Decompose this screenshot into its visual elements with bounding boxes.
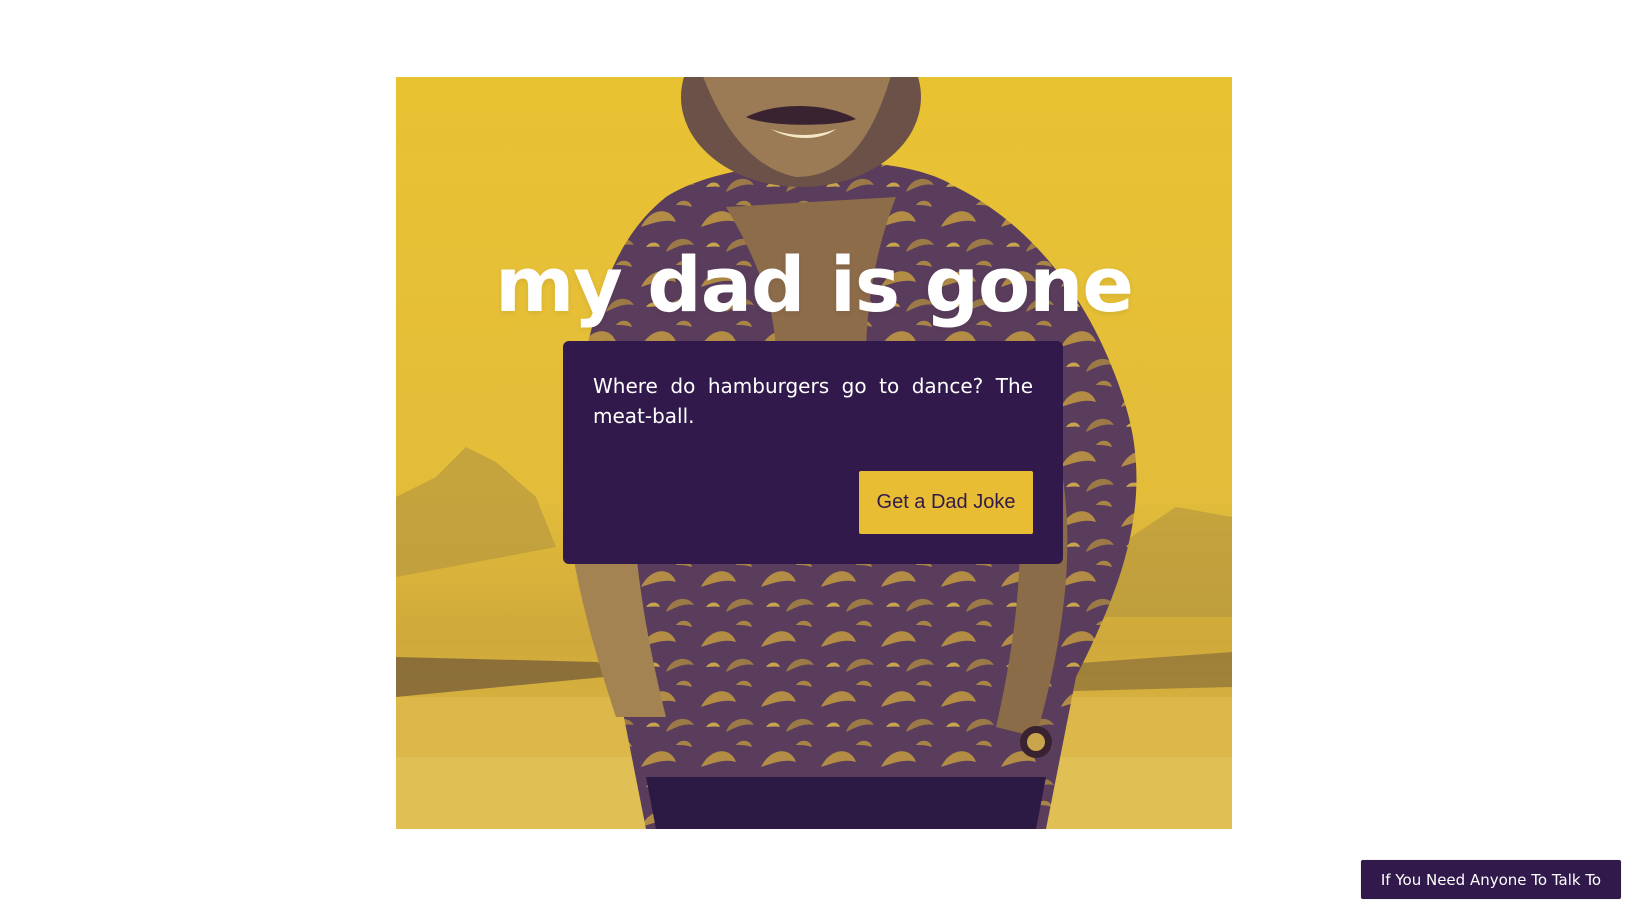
joke-card: Where do hamburgers go to dance? The mea… (563, 341, 1063, 564)
get-dad-joke-button[interactable]: Get a Dad Joke (859, 471, 1033, 534)
joke-text: Where do hamburgers go to dance? The mea… (593, 374, 1033, 428)
page-title: my dad is gone (495, 240, 1134, 329)
hero-image-panel: my dad is gone Where do hamburgers go to… (396, 77, 1232, 829)
help-link-button[interactable]: If You Need Anyone To Talk To (1361, 860, 1621, 899)
